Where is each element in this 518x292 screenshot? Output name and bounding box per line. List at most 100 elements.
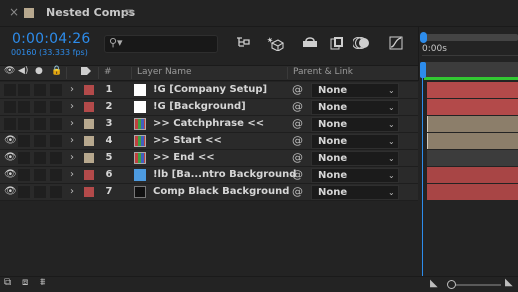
composition-flowchart-icon[interactable] bbox=[234, 35, 252, 53]
lock-switch[interactable] bbox=[50, 84, 62, 96]
solo-switch[interactable] bbox=[34, 118, 46, 130]
visibility-eye-icon[interactable] bbox=[4, 84, 16, 96]
parent-dropdown[interactable]: None bbox=[311, 100, 399, 115]
expand-chevron-icon[interactable]: › bbox=[70, 101, 74, 112]
label-tag-header-icon[interactable] bbox=[80, 66, 92, 79]
layer-name[interactable]: >> End << bbox=[153, 152, 215, 163]
zoom-out-icon[interactable]: ◣ bbox=[430, 278, 438, 289]
close-icon[interactable]: × bbox=[9, 5, 19, 19]
visibility-eye-icon[interactable]: 👁 bbox=[4, 169, 17, 180]
time-navigator-bar[interactable] bbox=[423, 34, 518, 41]
solo-switch[interactable] bbox=[34, 84, 46, 96]
solo-switch[interactable] bbox=[34, 152, 46, 164]
in-out-toggle-icon[interactable]: ⩩ bbox=[40, 277, 45, 288]
parent-dropdown[interactable]: None bbox=[311, 134, 399, 149]
audio-switch[interactable] bbox=[18, 101, 30, 113]
audio-switch[interactable] bbox=[18, 169, 30, 181]
layer-name[interactable]: >> Start << bbox=[153, 135, 222, 146]
lock-switch[interactable] bbox=[50, 118, 62, 130]
transfer-controls-toggle-icon[interactable]: ⧈ bbox=[22, 277, 28, 288]
visibility-eye-icon[interactable]: 👁 bbox=[4, 135, 17, 146]
audio-switch[interactable] bbox=[18, 84, 30, 96]
composition-tab-title[interactable]: Nested Comps bbox=[46, 6, 135, 19]
layer-duration-bar[interactable] bbox=[427, 133, 518, 149]
parent-pickwhip-icon[interactable]: @ bbox=[292, 185, 303, 198]
layer-label-color[interactable] bbox=[84, 170, 94, 180]
parent-dropdown[interactable]: None bbox=[311, 185, 399, 200]
frame-blending-icon[interactable] bbox=[328, 35, 346, 53]
layer-label-color[interactable] bbox=[84, 187, 94, 197]
audio-header-icon[interactable]: ◀) bbox=[18, 66, 28, 76]
parent-link-header[interactable]: Parent & Link bbox=[293, 67, 353, 77]
expand-chevron-icon[interactable]: › bbox=[70, 84, 74, 95]
layer-duration-bar[interactable] bbox=[427, 184, 518, 200]
panel-menu-icon[interactable]: ≡ bbox=[124, 5, 134, 19]
shy-layers-icon[interactable] bbox=[301, 35, 319, 53]
motion-blur-icon[interactable] bbox=[352, 35, 371, 53]
layer-number-header[interactable]: # bbox=[104, 67, 112, 77]
visibility-eye-icon[interactable] bbox=[4, 118, 16, 130]
current-time-display[interactable]: 0:00:04:26 bbox=[12, 31, 91, 47]
parent-pickwhip-icon[interactable]: @ bbox=[292, 134, 303, 147]
audio-switch[interactable] bbox=[18, 118, 30, 130]
layer-label-color[interactable] bbox=[84, 136, 94, 146]
expand-chevron-icon[interactable]: › bbox=[70, 169, 74, 180]
expand-chevron-icon[interactable]: › bbox=[70, 152, 74, 163]
layer-duration-bar[interactable] bbox=[427, 99, 518, 115]
graph-editor-icon[interactable] bbox=[387, 35, 405, 53]
layer-switches-toggle-icon[interactable]: ⧉ bbox=[4, 277, 11, 288]
parent-dropdown[interactable]: None bbox=[311, 117, 399, 132]
parent-pickwhip-icon[interactable]: @ bbox=[292, 168, 303, 181]
solo-switch[interactable] bbox=[34, 169, 46, 181]
solo-switch[interactable] bbox=[34, 101, 46, 113]
lock-switch[interactable] bbox=[50, 152, 62, 164]
parent-pickwhip-icon[interactable]: @ bbox=[292, 151, 303, 164]
visibility-eye-icon[interactable] bbox=[4, 101, 16, 113]
lock-switch[interactable] bbox=[50, 169, 62, 181]
parent-pickwhip-icon[interactable]: @ bbox=[292, 83, 303, 96]
parent-pickwhip-icon[interactable]: @ bbox=[292, 117, 303, 130]
audio-switch[interactable] bbox=[18, 186, 30, 198]
zoom-slider-handle[interactable] bbox=[447, 280, 456, 289]
lock-switch[interactable] bbox=[50, 186, 62, 198]
expand-chevron-icon[interactable]: › bbox=[70, 135, 74, 146]
lock-switch[interactable] bbox=[50, 135, 62, 147]
layer-name[interactable]: !G [Background] bbox=[153, 101, 246, 112]
video-eye-header-icon[interactable]: 👁 bbox=[4, 66, 15, 76]
parent-dropdown[interactable]: None bbox=[311, 168, 399, 183]
visibility-eye-icon[interactable]: 👁 bbox=[4, 186, 17, 197]
layer-name[interactable]: !G [Company Setup] bbox=[153, 84, 267, 95]
work-area-bar[interactable] bbox=[424, 62, 518, 78]
layer-name[interactable]: !lb [Ba...ntro Background bbox=[153, 169, 296, 180]
layer-duration-bar[interactable] bbox=[427, 167, 518, 183]
visibility-eye-icon[interactable]: 👁 bbox=[4, 152, 17, 163]
layer-name[interactable]: >> Catchphrase << bbox=[153, 118, 264, 129]
zoom-slider-track[interactable] bbox=[453, 284, 501, 286]
layer-duration-bar[interactable] bbox=[427, 82, 518, 98]
lock-header-icon[interactable]: 🔒 bbox=[51, 66, 62, 76]
layer-duration-bar[interactable] bbox=[427, 116, 518, 132]
draft-3d-icon[interactable] bbox=[266, 35, 285, 53]
time-navigator-start-handle[interactable] bbox=[420, 32, 427, 43]
layer-name[interactable]: Comp Black Background bbox=[153, 186, 289, 197]
layer-name-header[interactable]: Layer Name bbox=[137, 67, 192, 77]
parent-pickwhip-icon[interactable]: @ bbox=[292, 100, 303, 113]
parent-dropdown[interactable]: None bbox=[311, 151, 399, 166]
expand-chevron-icon[interactable]: › bbox=[70, 186, 74, 197]
layer-label-color[interactable] bbox=[84, 153, 94, 163]
solo-switch[interactable] bbox=[34, 135, 46, 147]
zoom-in-icon[interactable]: ◣ bbox=[505, 277, 513, 288]
layer-number: 2 bbox=[105, 101, 113, 112]
lock-switch[interactable] bbox=[50, 101, 62, 113]
playhead-handle[interactable] bbox=[420, 62, 426, 78]
layer-label-color[interactable] bbox=[84, 102, 94, 112]
audio-switch[interactable] bbox=[18, 152, 30, 164]
layer-label-color[interactable] bbox=[84, 119, 94, 129]
solo-switch[interactable] bbox=[34, 186, 46, 198]
layer-duration-bar[interactable] bbox=[427, 150, 518, 166]
parent-dropdown[interactable]: None bbox=[311, 83, 399, 98]
audio-switch[interactable] bbox=[18, 135, 30, 147]
solo-header-icon[interactable]: ● bbox=[35, 66, 43, 76]
expand-chevron-icon[interactable]: › bbox=[70, 118, 74, 129]
layer-label-color[interactable] bbox=[84, 85, 94, 95]
